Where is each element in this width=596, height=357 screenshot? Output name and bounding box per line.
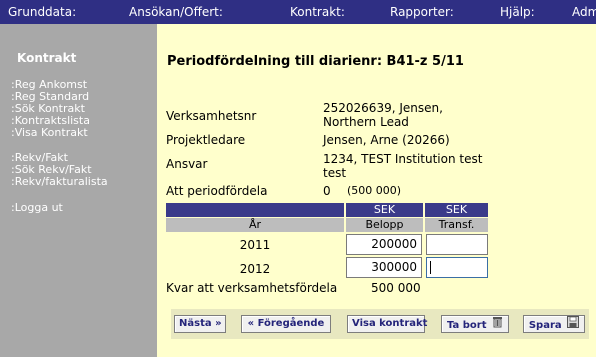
top-nav-bar: Grunddata: Ansökan/Offert: Kontrakt: Rap…	[0, 0, 596, 24]
sidebar: Kontrakt :Reg Ankomst :Reg Standard :Sök…	[0, 24, 157, 357]
column-header-year: År	[166, 218, 344, 232]
sidebar-link-logga-ut[interactable]: :Logga ut	[11, 202, 63, 214]
view-contract-button-label: Visa kontrakt	[352, 318, 428, 329]
sidebar-heading: Kontrakt	[17, 51, 77, 65]
ansvar-value: 1234, TEST Institution test test	[323, 152, 483, 180]
projektledare-label: Projektledare	[166, 133, 246, 147]
row-year: 2012	[239, 262, 271, 276]
ansvar-label: Ansvar	[166, 157, 208, 171]
verksamhetsnr-value: 252026639, Jensen, Northern Lead	[323, 101, 443, 129]
att-periodfordela-value: 0	[323, 184, 331, 198]
kvar-value: 500 000	[371, 281, 421, 295]
page-title: Periodfördelning till diarienr: B41-z 5/…	[167, 54, 464, 69]
belopp-input[interactable]: 300000	[346, 257, 422, 278]
nav-grunddata[interactable]: Grunddata:	[8, 5, 76, 19]
save-button-label: Spara	[528, 320, 562, 331]
delete-button-label: Ta bort	[447, 320, 487, 331]
projektledare-value: Jensen, Arne (20266)	[323, 133, 450, 147]
trash-icon	[492, 316, 503, 334]
previous-button-label: « Föregående	[247, 318, 325, 329]
currency-header-belopp: SEK	[346, 203, 423, 217]
next-button-label: Nästa »	[179, 318, 222, 329]
currency-header-transf: SEK	[425, 203, 488, 217]
save-button[interactable]: Spara	[523, 315, 585, 333]
verksamhetsnr-label: Verksamhetsnr	[166, 109, 257, 123]
previous-button[interactable]: « Föregående	[241, 315, 331, 333]
sidebar-link-rekv-fakturalista[interactable]: :Rekv/fakturalista	[11, 176, 108, 188]
next-button[interactable]: Nästa »	[174, 315, 226, 333]
sidebar-link-visa-kontrakt[interactable]: :Visa Kontrakt	[11, 127, 88, 139]
transf-input-focused[interactable]	[426, 257, 488, 278]
nav-kontrakt[interactable]: Kontrakt:	[290, 5, 345, 19]
nav-rapporter[interactable]: Rapporter:	[390, 5, 454, 19]
belopp-input[interactable]: 200000	[346, 234, 422, 255]
table-header-blank	[166, 203, 344, 217]
save-icon	[567, 316, 580, 334]
row-year: 2011	[239, 238, 271, 252]
nav-hjalp[interactable]: Hjälp:	[500, 5, 535, 19]
delete-button[interactable]: Ta bort	[441, 315, 509, 333]
view-contract-button[interactable]: Visa kontrakt	[347, 315, 428, 333]
column-header-transf: Transf.	[425, 218, 488, 232]
button-bar: Nästa » « Föregående Visa kontrakt Ta bo…	[171, 309, 589, 339]
nav-ansokan-offert[interactable]: Ansökan/Offert:	[129, 5, 223, 19]
text-caret	[430, 261, 431, 274]
column-header-belopp: Belopp	[346, 218, 423, 232]
kvar-label: Kvar att verksamhetsfördela	[166, 281, 338, 295]
att-periodfordela-label: Att periodfördela	[166, 184, 268, 198]
att-periodfordela-total: (500 000)	[347, 184, 402, 197]
main-content: Periodfördelning till diarienr: B41-z 5/…	[157, 24, 596, 357]
transf-input[interactable]	[426, 234, 488, 255]
nav-admin[interactable]: Admin	[572, 5, 596, 19]
